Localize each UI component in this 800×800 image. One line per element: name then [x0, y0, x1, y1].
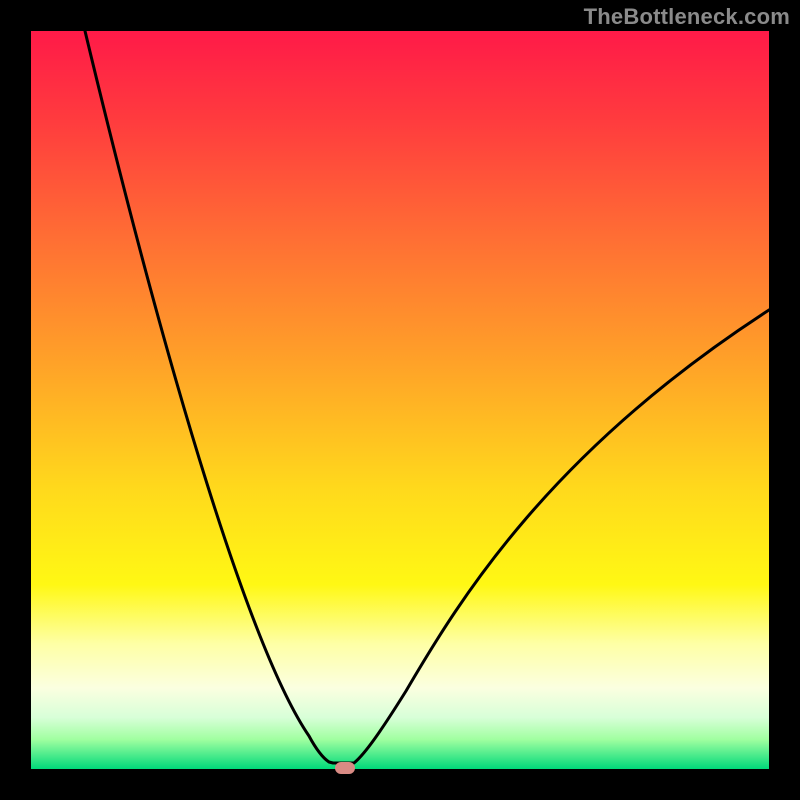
minimum-marker — [335, 762, 355, 774]
outer-frame: TheBottleneck.com — [0, 0, 800, 800]
watermark-text: TheBottleneck.com — [584, 4, 790, 30]
plot-background — [31, 31, 769, 769]
